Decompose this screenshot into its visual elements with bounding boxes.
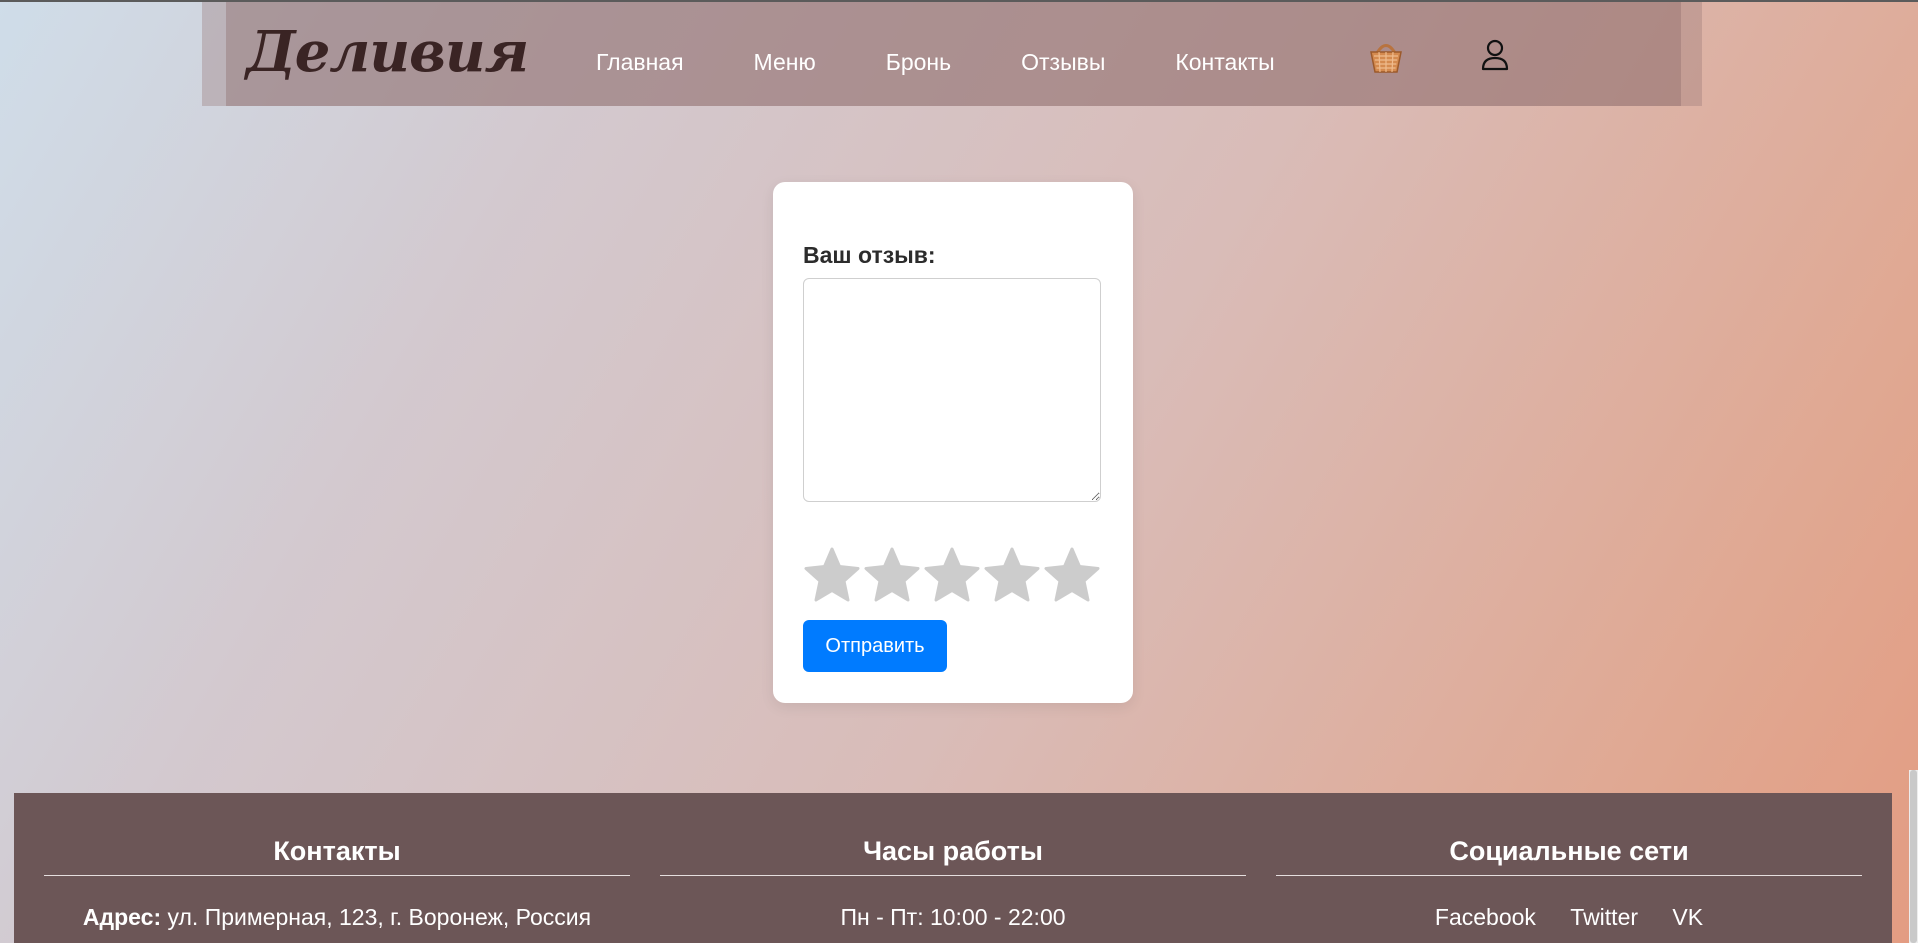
social-link-vk[interactable]: VK: [1672, 904, 1703, 930]
main-nav: Главная Меню Бронь Отзывы Контакты: [596, 40, 1345, 84]
social-link-facebook[interactable]: Facebook: [1435, 904, 1536, 930]
scrollbar-thumb[interactable]: [1910, 770, 1917, 943]
footer-contacts-title: Контакты: [273, 836, 401, 866]
divider: [660, 875, 1246, 876]
divider: [44, 875, 630, 876]
address-line: Адрес: ул. Примерная, 123, г. Воронеж, Р…: [44, 904, 630, 931]
star-icon-2[interactable]: [863, 546, 921, 604]
footer-social: Социальные сети Facebook Twitter VK: [1276, 833, 1862, 931]
nav-item-menu[interactable]: Меню: [754, 49, 816, 76]
star-rating: [803, 546, 1103, 606]
review-textarea[interactable]: [803, 278, 1101, 502]
footer-hours: Часы работы Пн - Пт: 10:00 - 22:00: [660, 833, 1246, 931]
footer-social-title: Социальные сети: [1449, 836, 1689, 866]
nav-item-home[interactable]: Главная: [596, 49, 684, 76]
basket-icon[interactable]: [1366, 36, 1406, 76]
nav-item-reviews[interactable]: Отзывы: [1021, 49, 1105, 76]
star-icon-4[interactable]: [983, 546, 1041, 604]
address-label: Адрес:: [82, 904, 162, 930]
submit-button[interactable]: Отправить: [803, 620, 947, 672]
divider: [1276, 875, 1862, 876]
nav-item-booking[interactable]: Бронь: [886, 49, 951, 76]
review-label: Ваш отзыв:: [803, 242, 936, 268]
user-icon[interactable]: [1479, 38, 1511, 72]
footer-hours-title: Часы работы: [863, 836, 1043, 866]
star-icon-1[interactable]: [803, 546, 861, 604]
address-value: ул. Примерная, 123, г. Воронеж, Россия: [161, 904, 592, 930]
hours-line: Пн - Пт: 10:00 - 22:00: [840, 904, 1066, 930]
social-links: Facebook Twitter VK: [1276, 904, 1862, 931]
star-icon-3[interactable]: [923, 546, 981, 604]
social-link-twitter[interactable]: Twitter: [1570, 904, 1638, 930]
nav-item-contacts[interactable]: Контакты: [1175, 49, 1274, 76]
footer-contacts: Контакты Адрес: ул. Примерная, 123, г. В…: [44, 833, 630, 931]
star-icon-5[interactable]: [1043, 546, 1101, 604]
brand-logo[interactable]: Деливия: [246, 12, 529, 92]
